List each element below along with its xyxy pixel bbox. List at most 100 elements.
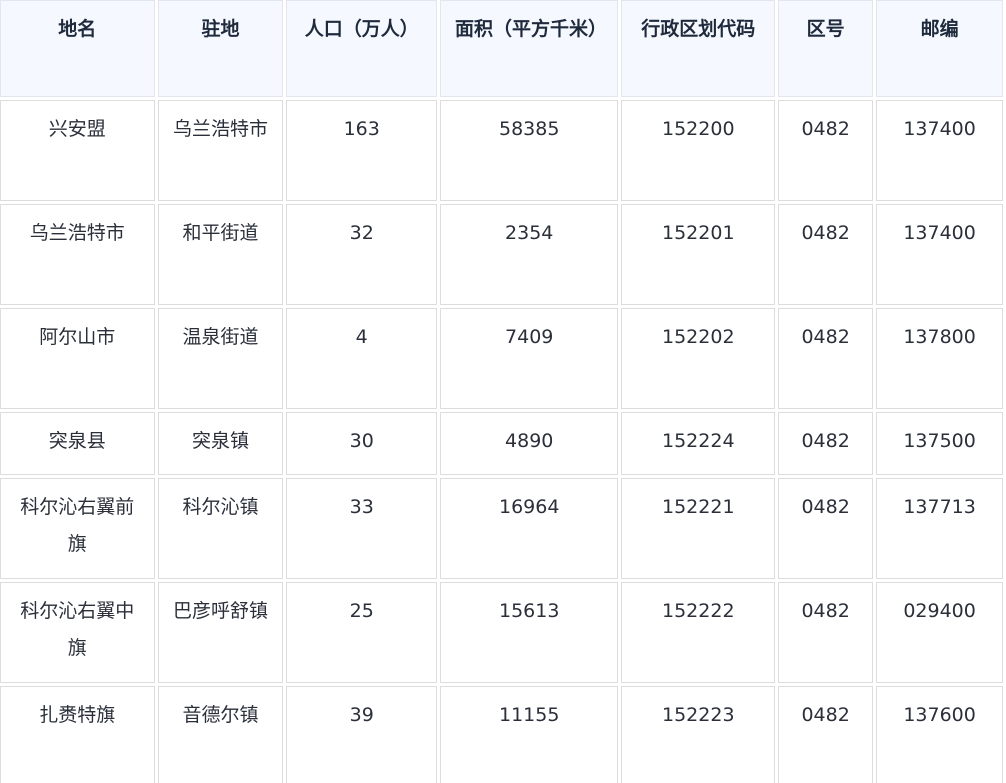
cell-text: 科尔沁右翼前旗 <box>20 496 135 555</box>
cell-area-code: 0482 <box>778 100 874 201</box>
header-cell-area-code: 区号 <box>778 0 874 97</box>
cell-postcode: 137400 <box>876 204 1003 305</box>
cell-name: 阿尔山市 <box>0 308 155 409</box>
cell-area: 15613 <box>440 582 619 683</box>
cell-text: 和平街道 <box>182 222 259 244</box>
cell-name: 科尔沁右翼中旗 <box>0 582 155 683</box>
cell-text: 137713 <box>903 496 976 518</box>
cell-text: 0482 <box>801 496 850 518</box>
cell-text: 0482 <box>801 118 850 140</box>
district-table: 地名 驻地 人口（万人） 面积（平方千米） 行政区划代码 区号 邮编 兴安盟 乌… <box>0 0 1006 783</box>
cell-division-code: 152200 <box>621 100 776 201</box>
table-row: 扎赉特旗 音德尔镇 39 11155 152223 0482 137600 <box>0 686 1003 783</box>
cell-name: 乌兰浩特市 <box>0 204 155 305</box>
cell-text: 30 <box>349 430 374 452</box>
cell-area: 11155 <box>440 686 619 783</box>
table-header: 地名 驻地 人口（万人） 面积（平方千米） 行政区划代码 区号 邮编 <box>0 0 1003 97</box>
cell-text: 16964 <box>499 496 560 518</box>
cell-area-code: 0482 <box>778 686 874 783</box>
header-cell-population: 人口（万人） <box>286 0 438 97</box>
cell-area: 16964 <box>440 478 619 579</box>
header-cell-name: 地名 <box>0 0 155 97</box>
header-label: 面积（平方千米） <box>455 18 608 40</box>
cell-population: 30 <box>286 412 438 475</box>
cell-text: 4 <box>355 326 368 348</box>
cell-text: 温泉街道 <box>182 326 259 348</box>
table-row: 科尔沁右翼前旗 科尔沁镇 33 16964 152221 0482 137713 <box>0 478 1003 579</box>
cell-text: 137500 <box>903 430 976 452</box>
cell-seat: 科尔沁镇 <box>157 478 284 579</box>
cell-text: 兴安盟 <box>48 118 106 140</box>
cell-text: 扎赉特旗 <box>39 704 116 726</box>
cell-postcode: 137500 <box>876 412 1003 475</box>
cell-text: 音德尔镇 <box>182 704 259 726</box>
cell-postcode: 137600 <box>876 686 1003 783</box>
data-table-container: 地名 驻地 人口（万人） 面积（平方千米） 行政区划代码 区号 邮编 兴安盟 乌… <box>0 0 1006 783</box>
cell-text: 0482 <box>801 222 850 244</box>
cell-population: 39 <box>286 686 438 783</box>
cell-seat: 和平街道 <box>157 204 284 305</box>
cell-text: 0482 <box>801 430 850 452</box>
cell-population: 25 <box>286 582 438 683</box>
cell-text: 152201 <box>662 222 735 244</box>
cell-postcode: 137400 <box>876 100 1003 201</box>
cell-division-code: 152223 <box>621 686 776 783</box>
cell-text: 阿尔山市 <box>39 326 116 348</box>
cell-population: 4 <box>286 308 438 409</box>
cell-text: 乌兰浩特市 <box>29 222 125 244</box>
cell-seat: 突泉镇 <box>157 412 284 475</box>
header-label: 人口（万人） <box>304 18 419 40</box>
cell-name: 科尔沁右翼前旗 <box>0 478 155 579</box>
cell-text: 152202 <box>662 326 735 348</box>
header-label: 区号 <box>806 18 845 40</box>
cell-text: 7409 <box>505 326 554 348</box>
cell-text: 突泉县 <box>48 430 106 452</box>
cell-text: 163 <box>343 118 380 140</box>
cell-text: 突泉镇 <box>192 430 250 452</box>
header-label: 地名 <box>58 18 97 40</box>
cell-text: 15613 <box>499 600 560 622</box>
cell-area-code: 0482 <box>778 478 874 579</box>
cell-population: 32 <box>286 204 438 305</box>
cell-area: 4890 <box>440 412 619 475</box>
table-row: 突泉县 突泉镇 30 4890 152224 0482 137500 <box>0 412 1003 475</box>
cell-seat: 音德尔镇 <box>157 686 284 783</box>
cell-text: 巴彦呼舒镇 <box>173 600 269 622</box>
cell-postcode: 137800 <box>876 308 1003 409</box>
cell-text: 4890 <box>505 430 554 452</box>
cell-name: 兴安盟 <box>0 100 155 201</box>
table-body: 兴安盟 乌兰浩特市 163 58385 152200 0482 137400 乌… <box>0 100 1003 783</box>
cell-text: 11155 <box>499 704 560 726</box>
cell-text: 152222 <box>662 600 735 622</box>
header-row: 地名 驻地 人口（万人） 面积（平方千米） 行政区划代码 区号 邮编 <box>0 0 1003 97</box>
cell-text: 0482 <box>801 704 850 726</box>
cell-population: 163 <box>286 100 438 201</box>
cell-text: 32 <box>349 222 374 244</box>
cell-text: 33 <box>349 496 374 518</box>
cell-area-code: 0482 <box>778 582 874 683</box>
cell-seat: 乌兰浩特市 <box>157 100 284 201</box>
cell-area: 7409 <box>440 308 619 409</box>
cell-text: 科尔沁右翼中旗 <box>20 600 135 659</box>
cell-name: 扎赉特旗 <box>0 686 155 783</box>
table-row: 乌兰浩特市 和平街道 32 2354 152201 0482 137400 <box>0 204 1003 305</box>
cell-area-code: 0482 <box>778 204 874 305</box>
cell-text: 乌兰浩特市 <box>173 118 269 140</box>
cell-text: 152200 <box>662 118 735 140</box>
cell-text: 137600 <box>903 704 976 726</box>
cell-division-code: 152201 <box>621 204 776 305</box>
cell-text: 137800 <box>903 326 976 348</box>
cell-seat: 巴彦呼舒镇 <box>157 582 284 683</box>
cell-population: 33 <box>286 478 438 579</box>
cell-division-code: 152222 <box>621 582 776 683</box>
cell-postcode: 137713 <box>876 478 1003 579</box>
cell-text: 029400 <box>903 600 976 622</box>
cell-text: 39 <box>349 704 374 726</box>
table-row: 科尔沁右翼中旗 巴彦呼舒镇 25 15613 152222 0482 02940… <box>0 582 1003 683</box>
header-cell-seat: 驻地 <box>157 0 284 97</box>
cell-text: 137400 <box>903 222 976 244</box>
table-row: 阿尔山市 温泉街道 4 7409 152202 0482 137800 <box>0 308 1003 409</box>
cell-text: 137400 <box>903 118 976 140</box>
cell-text: 0482 <box>801 600 850 622</box>
cell-area-code: 0482 <box>778 308 874 409</box>
